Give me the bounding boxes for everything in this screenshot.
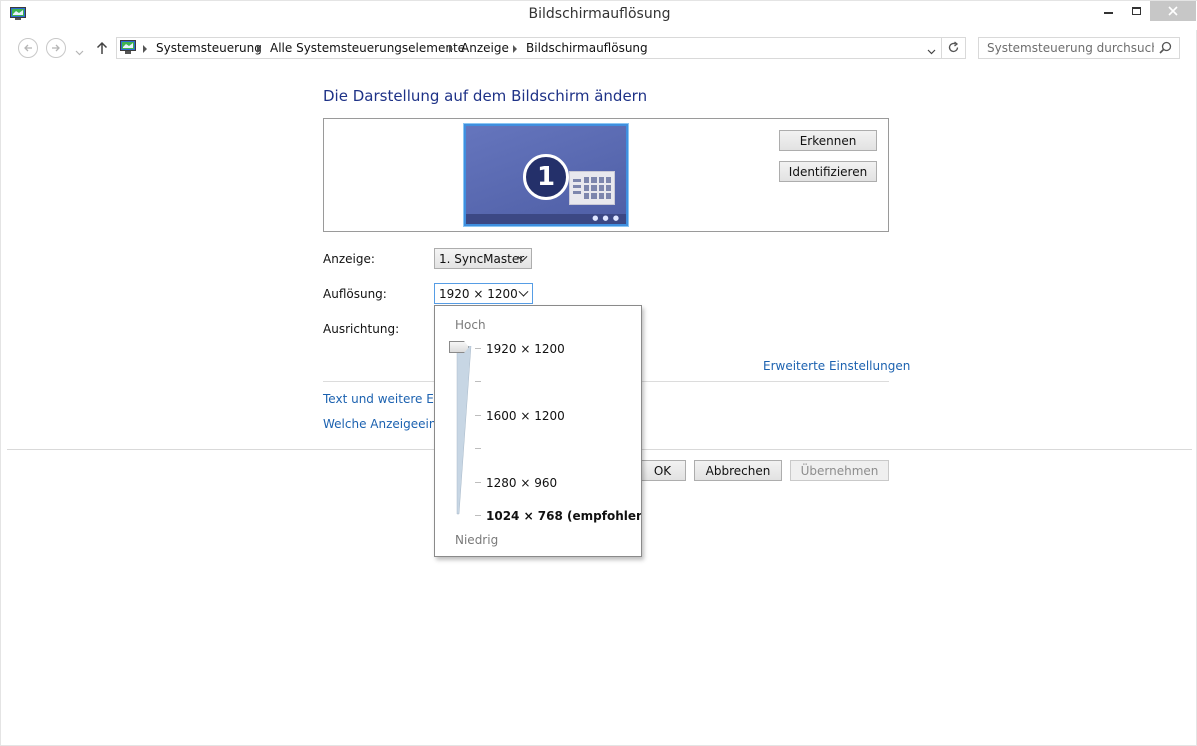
up-button[interactable] [96,41,108,58]
start-screen-tile-icon [569,171,615,205]
slider-tick [475,415,481,416]
resolution-slider-popup: Hoch 1920 × 1200 1600 × 1200 1280 × 960 … [434,305,642,557]
slider-tick [475,381,481,382]
detect-button[interactable]: Erkennen [779,130,877,151]
search-input[interactable] [979,38,1154,58]
search-box[interactable] [978,37,1180,59]
refresh-icon [948,41,959,53]
breadcrumb-separator [449,45,453,53]
breadcrumb-anzeige[interactable]: Anzeige [461,41,509,55]
chevron-down-icon [75,50,84,56]
low-label: Niedrig [455,533,499,547]
resolution-select-value: 1920 × 1200 [439,287,518,301]
cancel-button[interactable]: Abbrechen [694,460,782,481]
resolution-select[interactable]: 1920 × 1200 [434,283,533,304]
breadcrumb-bildschirmaufloesung[interactable]: Bildschirmauflösung [526,41,648,55]
breadcrumb-separator [513,45,517,53]
display-select[interactable]: 1. SyncMaster [434,248,532,269]
identify-button[interactable]: Identifizieren [779,161,877,182]
title-bar: Bildschirmauflösung [1,1,1197,30]
up-arrow-icon [96,41,108,54]
forward-button[interactable] [46,38,66,58]
address-divider [941,38,942,58]
breadcrumb-separator [143,45,147,53]
forward-arrow-icon [52,44,60,52]
minimize-button[interactable] [1094,1,1122,21]
breadcrumb-alle-elemente[interactable]: Alle Systemsteuerungselemente [270,41,465,55]
address-dropdown-button[interactable] [927,44,936,58]
resolution-slider-track[interactable] [456,346,472,516]
address-bar[interactable]: Systemsteuerung Alle Systemsteuerungsele… [116,37,966,59]
back-arrow-icon [24,44,32,52]
maximize-icon [1131,7,1141,15]
slider-tick [475,348,481,349]
refresh-button[interactable] [947,41,960,57]
recent-locations-button[interactable] [75,45,84,59]
slider-tick [475,482,481,483]
monitor-taskbar: ● ● ● [466,214,626,224]
close-button[interactable] [1150,1,1196,21]
monitor-preview-panel: 1 ● ● ● Erkennen Identifizieren [323,118,889,232]
resolution-label: Auflösung: [323,287,387,301]
advanced-settings-link[interactable]: Erweiterte Einstellungen [763,359,910,373]
breadcrumb-systemsteuerung[interactable]: Systemsteuerung [156,41,262,55]
high-label: Hoch [455,318,486,332]
maximize-button[interactable] [1122,1,1150,21]
close-icon [1168,6,1178,16]
orientation-label: Ausrichtung: [323,322,400,336]
slider-tick [475,448,481,449]
display-label: Anzeige: [323,252,375,266]
window: Bildschirmauflösung Systemsteuerung Alle… [0,0,1197,746]
back-button[interactable] [18,38,38,58]
page-title: Die Darstellung auf dem Bildschirm änder… [323,87,648,105]
ok-label: OK [653,463,672,478]
minimize-icon [1103,12,1113,14]
breadcrumb-separator [257,45,261,53]
monitor-number-badge: 1 [523,154,569,200]
text-size-link[interactable]: Text und weitere Elen [323,392,452,406]
resolution-option-1024x768-recommended[interactable]: 1024 × 768 (empfohlen) [486,509,641,523]
control-panel-icon [120,40,136,58]
resolution-option-1600x1200[interactable]: 1600 × 1200 [486,409,565,423]
resolution-option-1920x1200[interactable]: 1920 × 1200 [486,342,565,356]
search-icon[interactable] [1159,41,1172,57]
apply-button[interactable]: Übernehmen [790,460,889,481]
display-select-value: 1. SyncMaster [439,252,525,266]
chevron-down-icon [518,286,529,297]
slider-tick [475,515,481,516]
resolution-option-1280x960[interactable]: 1280 × 960 [486,476,557,490]
window-title: Bildschirmauflösung [528,6,671,22]
dots-icon: ● ● ● [592,214,620,222]
chevron-down-icon [927,49,936,55]
monitor-1-preview[interactable]: 1 ● ● ● [464,124,628,226]
